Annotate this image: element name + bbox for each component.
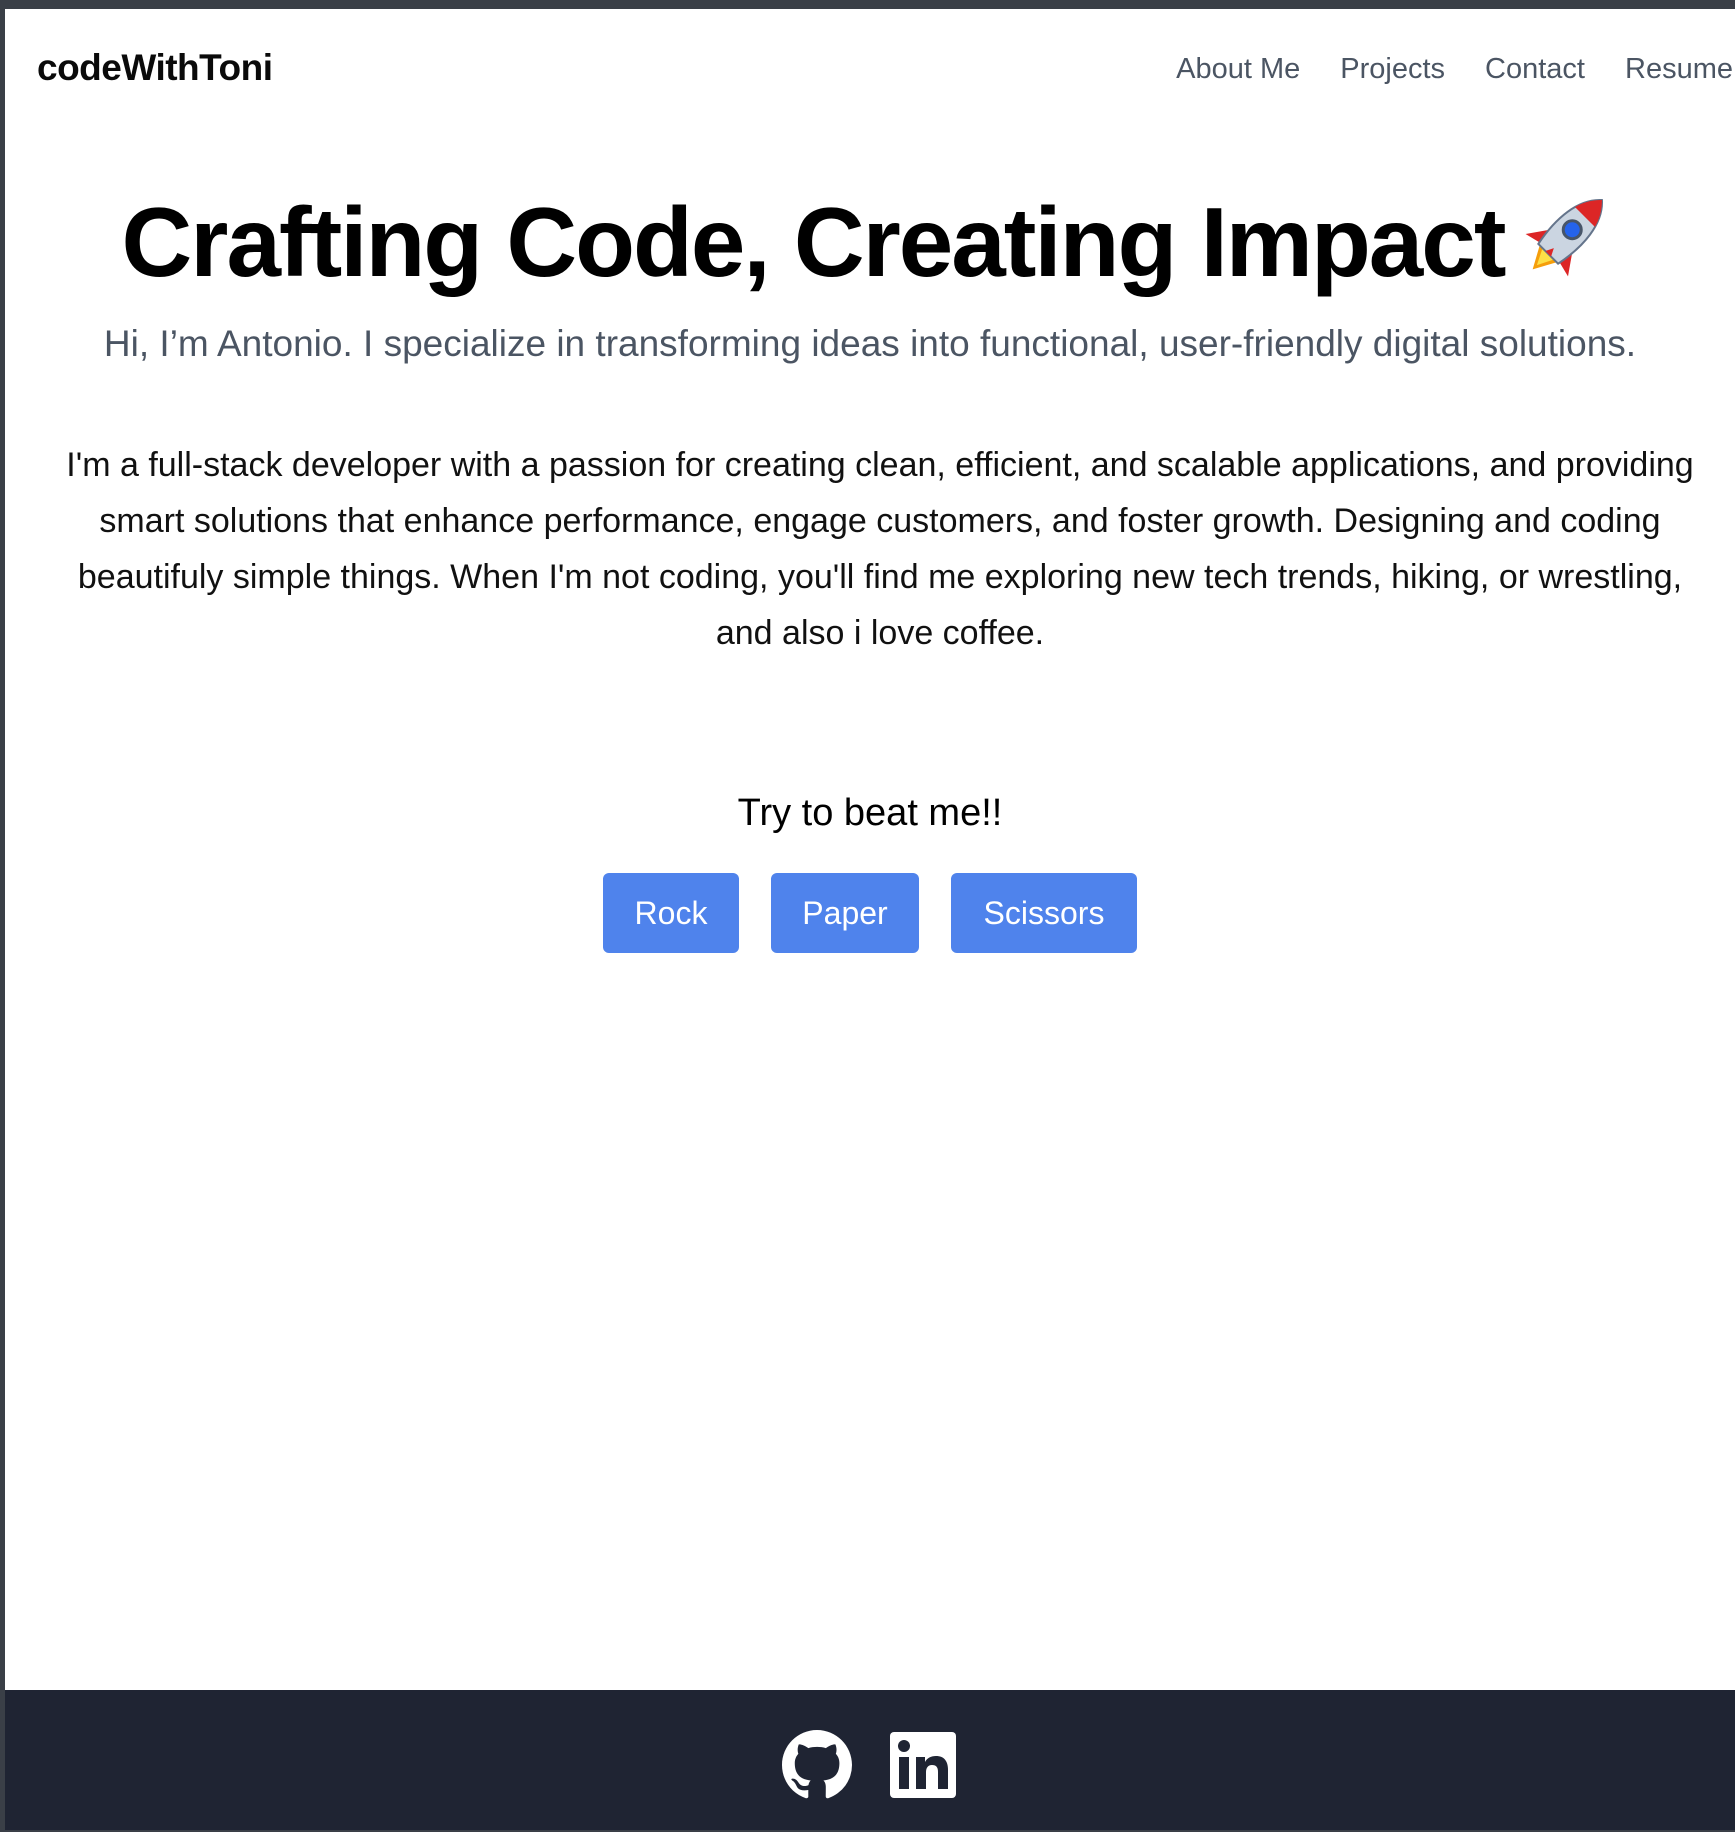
brand-logo[interactable]: codeWithToni	[37, 47, 273, 89]
hero-title: Crafting Code, Creating Impact	[5, 184, 1735, 291]
social-links	[5, 1730, 1735, 1800]
bio-paragraph: I'm a full-stack developer with a passio…	[66, 446, 1694, 652]
rocket-icon	[1526, 199, 1604, 277]
nav-resume[interactable]: Resume	[1625, 53, 1733, 86]
game-title: Try to beat me!!	[737, 792, 1003, 834]
nav-projects[interactable]: Projects	[1340, 53, 1445, 86]
paper-button[interactable]: Paper	[771, 873, 919, 953]
hero-subtitle: Hi, I’m Antonio. I specialize in transfo…	[103, 323, 1637, 364]
linkedin-icon[interactable]	[888, 1730, 958, 1800]
page-window: codeWithToni About Me Projects Contact R…	[5, 9, 1735, 1830]
top-navbar: codeWithToni About Me Projects Contact R…	[5, 9, 1735, 115]
rock-button[interactable]: Rock	[603, 873, 739, 953]
footer	[5, 1690, 1735, 1830]
github-icon[interactable]	[782, 1730, 852, 1800]
hero-title-text: Crafting Code, Creating Impact	[121, 187, 1507, 297]
nav-contact[interactable]: Contact	[1485, 53, 1585, 86]
nav-about-me[interactable]: About Me	[1176, 53, 1300, 86]
scissors-button[interactable]: Scissors	[951, 873, 1137, 953]
main-nav: About Me Projects Contact Resume	[1176, 53, 1733, 86]
game-buttons: Rock Paper Scissors	[5, 873, 1735, 953]
